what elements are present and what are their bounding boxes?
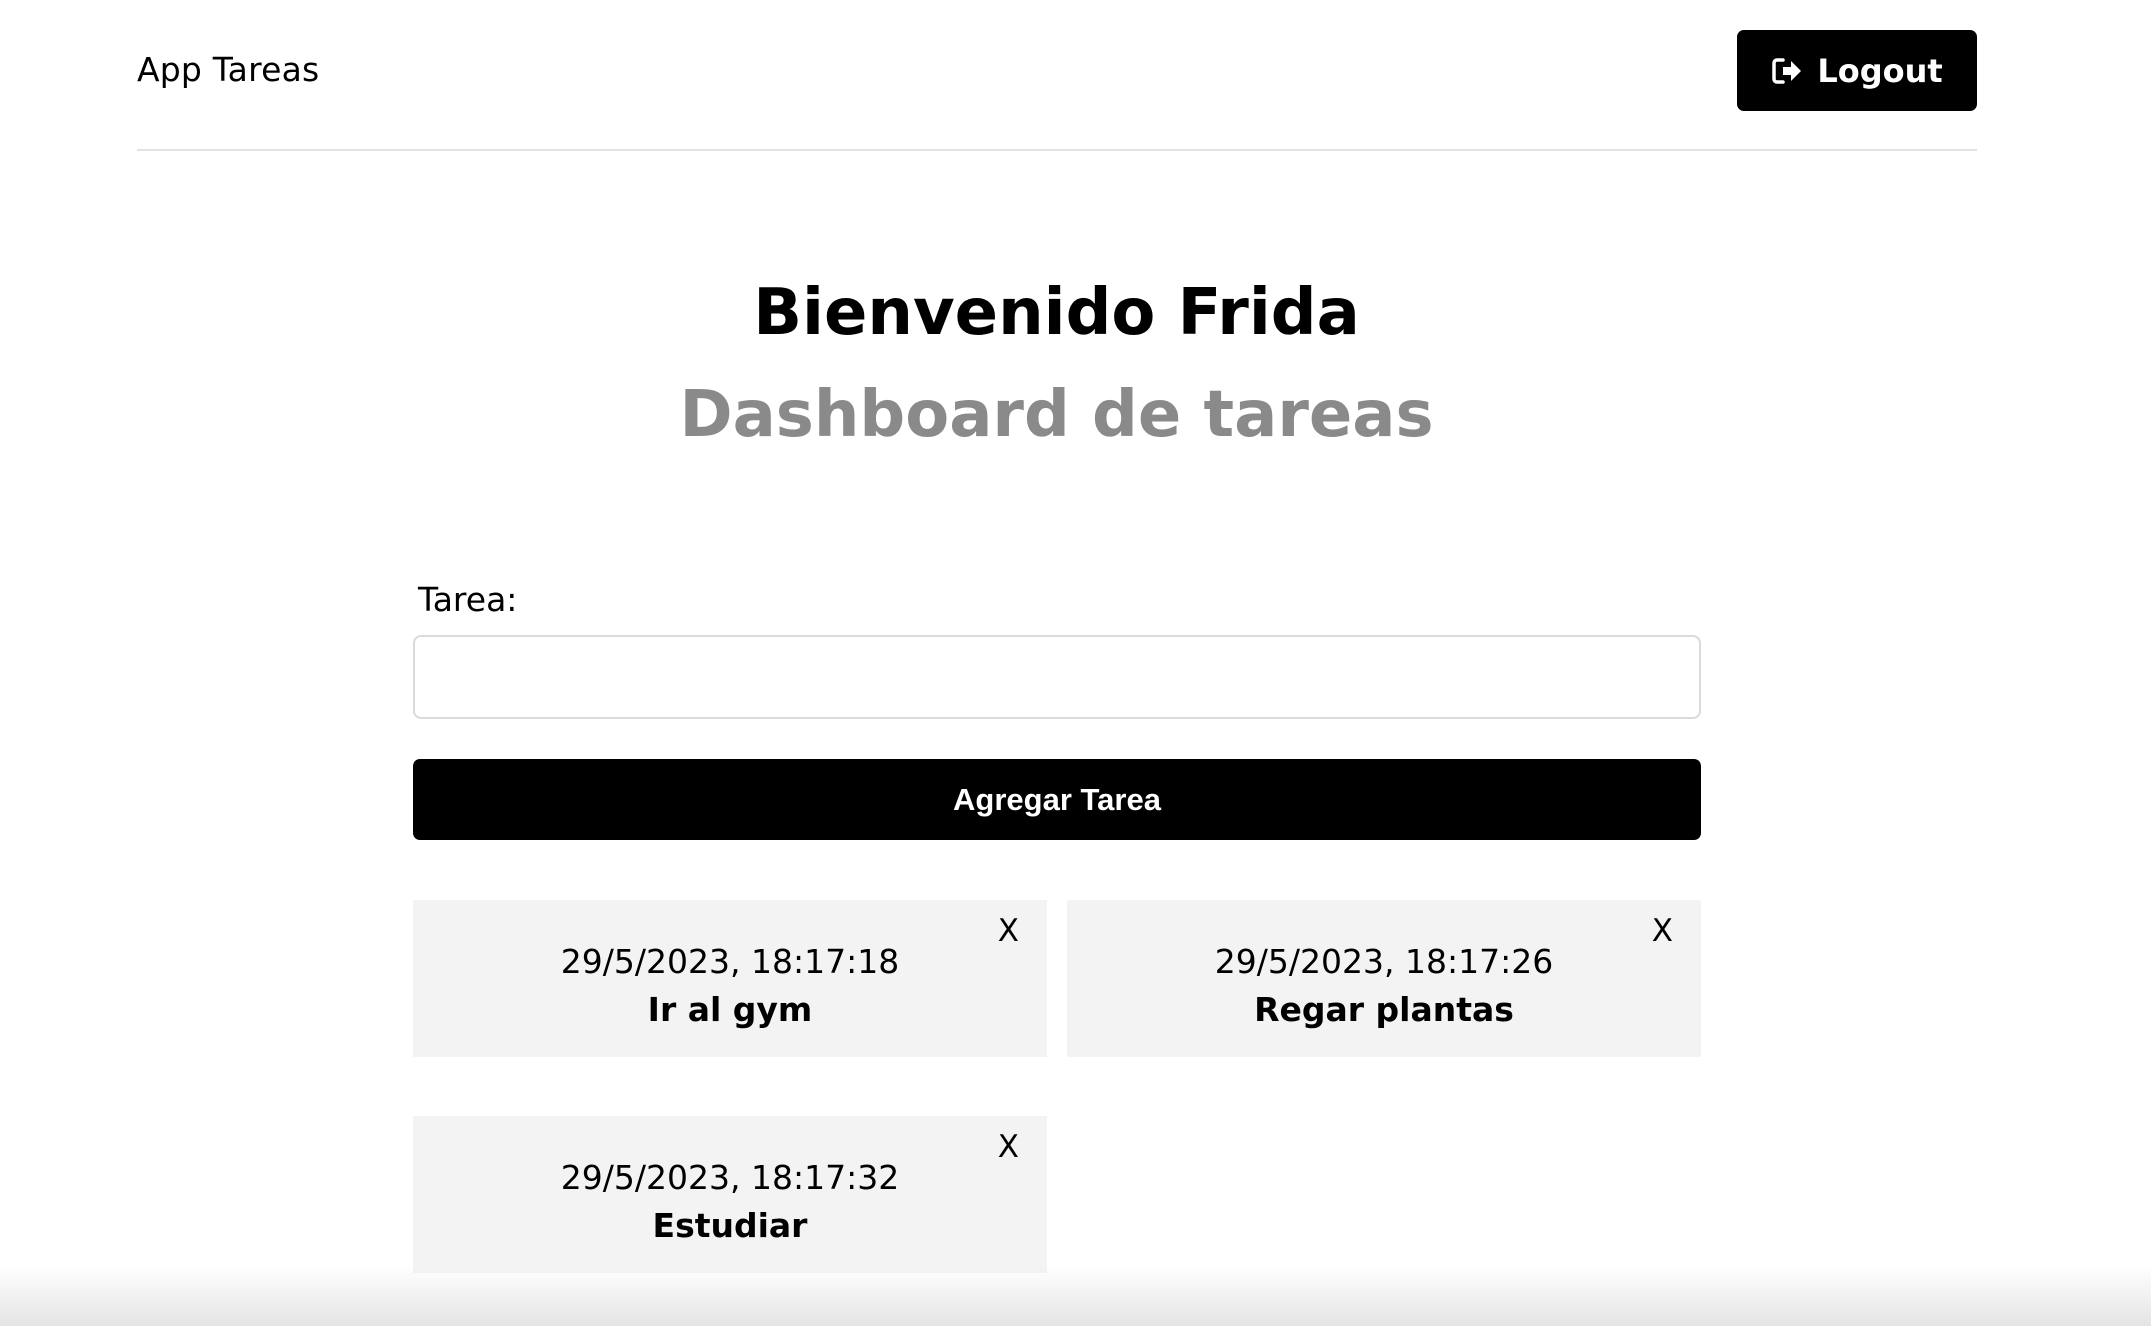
task-card: X 29/5/2023, 18:17:18 Ir al gym xyxy=(413,900,1047,1057)
logout-label: Logout xyxy=(1817,51,1943,90)
task-input[interactable] xyxy=(413,635,1701,719)
task-card: X 29/5/2023, 18:17:32 Estudiar xyxy=(413,1116,1047,1273)
task-name: Ir al gym xyxy=(647,990,813,1029)
logout-icon xyxy=(1771,56,1803,86)
task-field-label: Tarea: xyxy=(418,580,518,619)
logout-button[interactable]: Logout xyxy=(1737,30,1977,111)
bottom-edge-shadow xyxy=(0,1266,2151,1326)
brand-title[interactable]: App Tareas xyxy=(137,50,319,89)
task-timestamp: 29/5/2023, 18:17:26 xyxy=(1214,942,1554,981)
task-timestamp: 29/5/2023, 18:17:32 xyxy=(560,1158,900,1197)
add-task-button[interactable]: Agregar Tarea xyxy=(413,759,1701,840)
task-name: Estudiar xyxy=(652,1206,808,1245)
top-nav: App Tareas Logout xyxy=(137,0,1977,151)
welcome-heading: Bienvenido Frida xyxy=(753,276,1360,350)
task-card: X 29/5/2023, 18:17:26 Regar plantas xyxy=(1067,900,1701,1057)
task-name: Regar plantas xyxy=(1254,990,1514,1029)
page: App Tareas Logout Bienvenido Frida Dashb… xyxy=(0,0,2151,1326)
task-timestamp: 29/5/2023, 18:17:18 xyxy=(560,942,900,981)
dashboard-subtitle: Dashboard de tareas xyxy=(679,378,1434,452)
